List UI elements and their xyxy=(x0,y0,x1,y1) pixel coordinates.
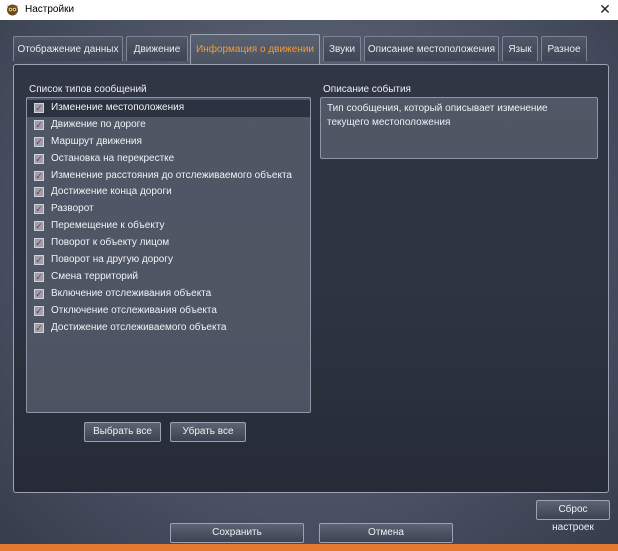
checkmark-icon[interactable]: ✓ xyxy=(34,187,44,198)
list-item[interactable]: ✓ Движение по дороге xyxy=(27,117,310,134)
checkmark-icon[interactable]: ✓ xyxy=(34,119,44,130)
checkmark-icon[interactable]: ✓ xyxy=(34,322,44,333)
reset-settings-button[interactable]: Сброс настроек xyxy=(536,500,610,533)
checkmark-icon[interactable]: ✓ xyxy=(34,288,44,299)
save-button[interactable]: Сохранить xyxy=(170,523,304,543)
clear-all-button[interactable]: Убрать все xyxy=(170,422,246,442)
checkmark-icon[interactable]: ✓ xyxy=(34,305,44,316)
list-item[interactable]: ✓ Отключение отслеживания объекта xyxy=(27,303,310,320)
cancel-button[interactable]: Отмена xyxy=(319,523,453,543)
list-item[interactable]: ✓ Достижение конца дороги xyxy=(27,184,310,201)
list-item[interactable]: ✓ Маршрут движения xyxy=(27,134,310,151)
tab-panel: Список типов сообщений Описание события … xyxy=(13,64,609,493)
list-item[interactable]: ✓ Поворот на другую дорогу xyxy=(27,252,310,269)
owl-icon xyxy=(7,4,18,16)
list-item[interactable]: ✓ Изменение расстояния до отслеживаемого… xyxy=(27,168,310,185)
list-item[interactable]: ✓ Поворот к объекту лицом xyxy=(27,235,310,252)
checkmark-icon[interactable]: ✓ xyxy=(34,238,44,249)
message-type-list[interactable]: ✓ Изменение местоположения ✓ Движение по… xyxy=(26,97,311,413)
checkmark-icon[interactable]: ✓ xyxy=(34,255,44,266)
tab-movement[interactable]: Движение xyxy=(126,36,188,61)
event-description-text: Тип сообщения, который описывает изменен… xyxy=(320,97,598,159)
tab-language[interactable]: Язык xyxy=(502,36,538,61)
tab-display-data[interactable]: Отображение данных xyxy=(13,36,123,61)
list-item[interactable]: ✓ Достижение отслеживаемого объекта xyxy=(27,320,310,337)
checkmark-icon[interactable]: ✓ xyxy=(34,271,44,282)
list-item[interactable]: ✓ Смена территорий xyxy=(27,269,310,286)
event-description-label: Описание события xyxy=(323,84,411,95)
checkmark-icon[interactable]: ✓ xyxy=(34,204,44,215)
list-item[interactable]: ✓ Изменение местоположения xyxy=(27,100,310,117)
select-all-button[interactable]: Выбрать все xyxy=(84,422,161,442)
checkmark-icon[interactable]: ✓ xyxy=(34,136,44,147)
accent-bar xyxy=(0,544,618,551)
close-icon[interactable]: ✕ xyxy=(598,1,612,17)
list-item[interactable]: ✓ Разворот xyxy=(27,201,310,218)
settings-window: Отображение данных Движение Информация о… xyxy=(0,20,618,551)
checkmark-icon[interactable]: ✓ xyxy=(34,103,44,113)
title-bar: Настройки ✕ xyxy=(0,0,618,20)
tab-location-description[interactable]: Описание местоположения xyxy=(364,36,499,61)
message-list-label: Список типов сообщений xyxy=(29,84,147,95)
list-item[interactable]: ✓ Остановка на перекрестке xyxy=(27,151,310,168)
checkmark-icon[interactable]: ✓ xyxy=(34,153,44,164)
checkmark-icon[interactable]: ✓ xyxy=(34,221,44,232)
window-title: Настройки xyxy=(25,4,75,15)
list-item[interactable]: ✓ Перемещение к объекту xyxy=(27,218,310,235)
tab-sounds[interactable]: Звуки xyxy=(323,36,361,61)
checkmark-icon[interactable]: ✓ xyxy=(34,170,44,181)
tab-misc[interactable]: Разное xyxy=(541,36,587,61)
list-item[interactable]: ✓ Включение отслеживания объекта xyxy=(27,286,310,303)
tab-movement-info[interactable]: Информация о движении xyxy=(190,34,320,64)
